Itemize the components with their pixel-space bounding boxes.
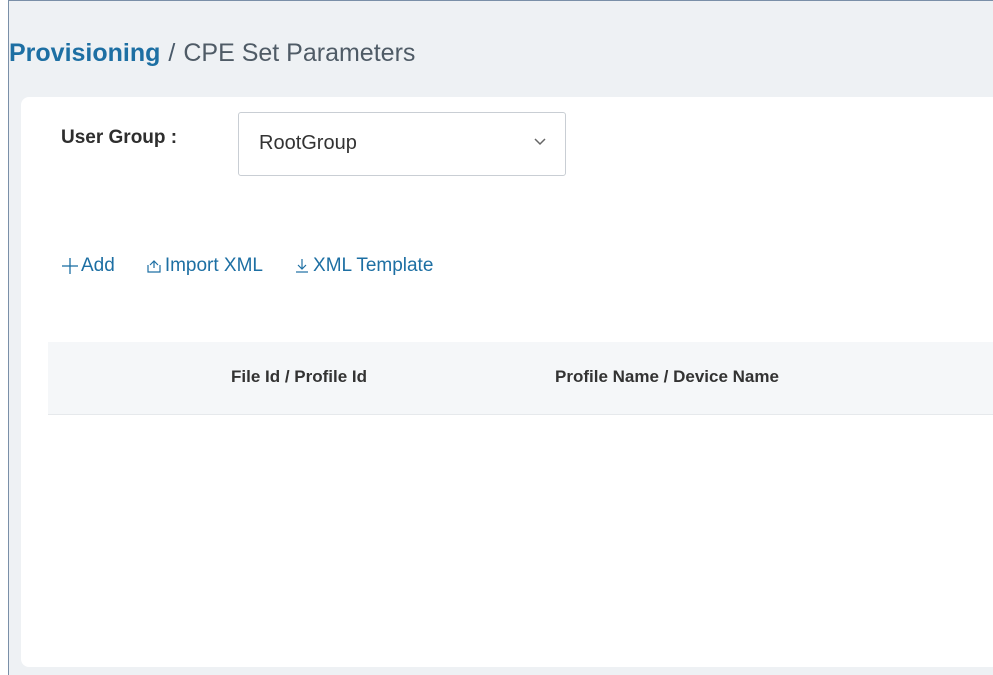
breadcrumb: Provisioning / CPE Set Parameters — [9, 1, 993, 97]
xml-template-button[interactable]: XML Template — [293, 255, 433, 277]
user-group-select[interactable]: RootGroup — [238, 112, 566, 176]
column-header-profile-name[interactable]: Profile Name / Device Name — [555, 367, 779, 387]
page-title: CPE Set Parameters — [183, 39, 416, 67]
toolbar: Add Import XML XML Template — [61, 255, 463, 277]
plus-icon — [62, 258, 78, 274]
add-button[interactable]: Add — [61, 255, 115, 277]
content-card: User Group : RootGroup Add Import XML XM… — [21, 97, 993, 667]
breadcrumb-root-link[interactable]: Provisioning — [9, 39, 160, 68]
add-label: Add — [81, 255, 115, 276]
table-header: File Id / Profile Id Profile Name / Devi… — [48, 342, 993, 415]
column-header-file-id[interactable]: File Id / Profile Id — [231, 367, 367, 387]
import-xml-button[interactable]: Import XML — [145, 255, 263, 277]
chevron-down-icon — [534, 138, 546, 146]
user-group-value: RootGroup — [259, 132, 357, 154]
import-xml-label: Import XML — [164, 255, 264, 276]
user-group-label: User Group : — [61, 127, 178, 148]
upload-icon — [147, 260, 161, 273]
page-frame: Provisioning / CPE Set Parameters User G… — [8, 0, 993, 675]
xml-template-label: XML Template — [313, 255, 434, 276]
download-icon — [296, 259, 309, 273]
breadcrumb-separator: / — [168, 39, 176, 67]
